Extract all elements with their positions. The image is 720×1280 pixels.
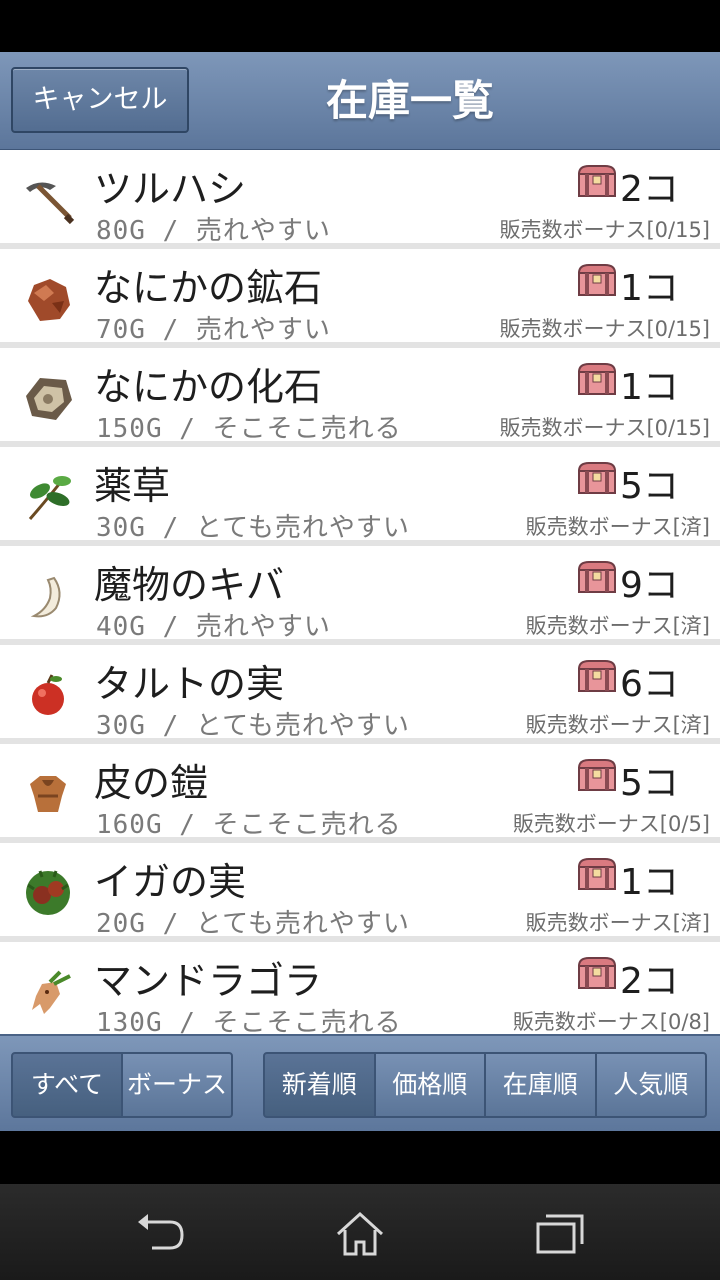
sales-bonus: 販売数ボーナス[0/15] (499, 317, 710, 341)
item-name: なにかの化石 (94, 365, 323, 409)
item-price-popularity: 150G / そこそこ売れる (96, 414, 402, 444)
list-item[interactable]: なにかの化石 150G / そこそこ売れる 1コ販売数ボーナス[0/15] (0, 348, 720, 444)
item-count: 1コ (620, 367, 679, 408)
item-count: 6コ (620, 664, 679, 705)
list-item[interactable]: 薬草 30G / とても売れやすい 5コ販売数ボーナス[済] (0, 447, 720, 543)
item-price-popularity: 20G / とても売れやすい (96, 909, 410, 939)
chestnut-icon (20, 865, 76, 921)
item-name: タルトの実 (94, 662, 285, 706)
item-count: 5コ (620, 763, 679, 804)
back-icon[interactable] (130, 1208, 190, 1258)
item-count: 1コ (620, 268, 679, 309)
sales-bonus: 販売数ボーナス[済] (525, 515, 710, 539)
filter-bonus-button[interactable]: ボーナス (121, 1052, 233, 1118)
chest-icon (575, 657, 617, 695)
fossil-icon (20, 370, 76, 426)
header-bar: キャンセル 在庫一覧 (0, 52, 720, 151)
chest-icon (575, 954, 617, 992)
sales-bonus: 販売数ボーナス[済] (525, 614, 710, 638)
list-item[interactable]: マンドラゴラ 130G / そこそこ売れる 2コ販売数ボーナス[0/8] (0, 942, 720, 1034)
chest-icon (575, 756, 617, 794)
navigation-bar (0, 1184, 720, 1280)
sales-bonus: 販売数ボーナス[0/8] (512, 1010, 710, 1034)
list-item[interactable]: ツルハシ 80G / 売れやすい 2コ販売数ボーナス[0/15] (0, 150, 720, 246)
item-name: 魔物のキバ (94, 563, 285, 607)
sales-bonus: 販売数ボーナス[済] (525, 713, 710, 737)
item-count: 2コ (620, 961, 679, 1002)
recents-icon[interactable] (530, 1208, 590, 1258)
item-price-popularity: 40G / 売れやすい (96, 612, 331, 642)
herb-icon (20, 469, 76, 525)
item-name: 薬草 (94, 464, 171, 508)
fruit-icon (20, 667, 76, 723)
item-price-popularity: 70G / 売れやすい (96, 315, 331, 345)
sort-newest-button[interactable]: 新着順 (263, 1052, 376, 1118)
chest-icon (575, 261, 617, 299)
filter-all-button[interactable]: すべて (11, 1052, 123, 1118)
sales-bonus: 販売数ボーナス[済] (525, 911, 710, 935)
list-item[interactable]: 魔物のキバ 40G / 売れやすい 9コ販売数ボーナス[済] (0, 546, 720, 642)
footer-bar: すべて ボーナス 新着順 価格順 在庫順 人気順 (0, 1034, 720, 1133)
item-price-popularity: 160G / そこそこ売れる (96, 810, 402, 840)
sales-bonus: 販売数ボーナス[0/5] (512, 812, 710, 836)
mandragora-icon (20, 964, 76, 1020)
item-price-popularity: 80G / 売れやすい (96, 216, 331, 246)
item-price-popularity: 30G / とても売れやすい (96, 711, 410, 741)
leather-armor-icon (20, 766, 76, 822)
chest-icon (575, 360, 617, 398)
fang-icon (20, 568, 76, 624)
list-item[interactable]: なにかの鉱石 70G / 売れやすい 1コ販売数ボーナス[0/15] (0, 249, 720, 345)
item-name: マンドラゴラ (94, 959, 323, 1003)
sort-stock-button[interactable]: 在庫順 (484, 1052, 597, 1118)
cancel-button[interactable]: キャンセル (11, 67, 189, 133)
sales-bonus: 販売数ボーナス[0/15] (499, 218, 710, 242)
list-item[interactable]: 皮の鎧 160G / そこそこ売れる 5コ販売数ボーナス[0/5] (0, 744, 720, 840)
item-price-popularity: 30G / とても売れやすい (96, 513, 410, 543)
ore-icon (20, 271, 76, 327)
page-title: 在庫一覧 (325, 76, 494, 125)
item-count: 1コ (620, 862, 679, 903)
item-count: 5コ (620, 466, 679, 507)
chest-icon (575, 558, 617, 596)
item-name: 皮の鎧 (94, 761, 209, 805)
chest-icon (575, 162, 617, 200)
home-icon[interactable] (330, 1208, 390, 1258)
sort-price-button[interactable]: 価格順 (373, 1052, 486, 1118)
item-count: 9コ (620, 565, 679, 606)
status-bar (0, 0, 720, 52)
chest-icon (575, 855, 617, 893)
inventory-list[interactable]: ツルハシ 80G / 売れやすい 2コ 販売数ボーナス[0/15] なにかの鉱石 70G … (0, 150, 720, 1034)
item-count: 2コ (620, 169, 679, 210)
item-name: なにかの鉱石 (94, 266, 323, 310)
item-name: イガの実 (94, 860, 247, 904)
item-price-popularity: 130G / そこそこ売れる (96, 1008, 402, 1034)
chest-icon (575, 459, 617, 497)
sort-popular-button[interactable]: 人気順 (594, 1052, 707, 1118)
blank-area (0, 1131, 720, 1184)
item-name: ツルハシ (94, 167, 247, 211)
list-item[interactable]: イガの実 20G / とても売れやすい 1コ販売数ボーナス[済] (0, 843, 720, 939)
list-item[interactable]: タルトの実 30G / とても売れやすい 6コ販売数ボーナス[済] (0, 645, 720, 741)
sort-segment: 新着順 価格順 在庫順 人気順 (263, 1052, 707, 1118)
pickaxe-icon (20, 172, 76, 228)
sales-bonus: 販売数ボーナス[0/15] (499, 416, 710, 440)
filter-segment: すべて ボーナス (11, 1052, 233, 1118)
